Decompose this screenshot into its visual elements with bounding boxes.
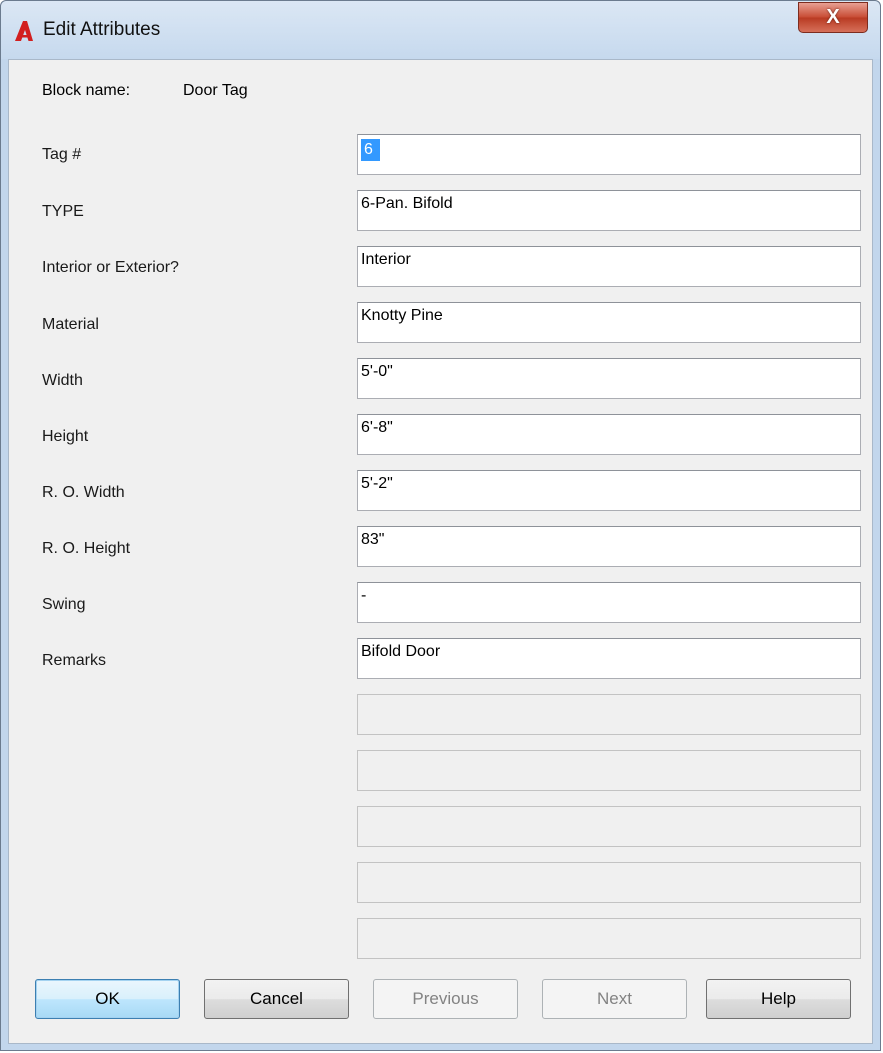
empty-attribute-field <box>357 862 861 903</box>
attribute-label-remarks: Remarks <box>42 652 107 669</box>
empty-attribute-field <box>357 918 861 959</box>
help-button[interactable]: Help <box>706 979 851 1019</box>
block-name-value: Door Tag <box>183 82 248 99</box>
attribute-label-tag: Tag # <box>42 146 82 163</box>
empty-attribute-field <box>357 806 861 847</box>
attribute-field-width[interactable] <box>357 358 861 399</box>
empty-attribute-field <box>357 694 861 735</box>
attribute-label-width: Width <box>42 372 83 389</box>
attribute-field-ro-width[interactable] <box>357 470 861 511</box>
attribute-field-swing[interactable] <box>357 582 861 623</box>
next-button[interactable]: Next <box>542 979 687 1019</box>
attribute-label-ro-width: R. O. Width <box>42 484 125 501</box>
attribute-label-ro-height: R. O. Height <box>42 540 131 557</box>
attribute-field-type[interactable] <box>357 190 861 231</box>
previous-button-label: Previous <box>412 989 479 1008</box>
window-title: Edit Attributes <box>43 19 161 40</box>
next-button-label: Next <box>597 989 632 1008</box>
autocad-app-icon <box>15 21 33 41</box>
attribute-field-height[interactable] <box>357 414 861 455</box>
attribute-label-swing: Swing <box>42 596 86 613</box>
attribute-field-material[interactable] <box>357 302 861 343</box>
ok-button-label: OK <box>95 989 120 1008</box>
close-icon: X <box>826 6 840 28</box>
attribute-field-remarks[interactable] <box>357 638 861 679</box>
help-button-label: Help <box>761 989 796 1008</box>
attribute-label-type: TYPE <box>42 203 84 220</box>
attribute-value-tag-selected: 6 <box>361 139 380 161</box>
attribute-label-height: Height <box>42 428 89 445</box>
close-button[interactable]: X <box>798 2 868 33</box>
edit-attributes-dialog: Edit Attributes X Block name: Door Tag T… <box>0 0 881 1051</box>
attribute-field-interior-exterior[interactable] <box>357 246 861 287</box>
dialog-body: Block name: Door Tag Tag # 6 TYPE Interi… <box>8 59 873 1044</box>
cancel-button[interactable]: Cancel <box>204 979 349 1019</box>
attribute-field-tag[interactable] <box>357 134 861 175</box>
attribute-field-ro-height[interactable] <box>357 526 861 567</box>
block-name-label: Block name: <box>42 82 131 99</box>
attribute-label-material: Material <box>42 316 99 333</box>
previous-button[interactable]: Previous <box>373 979 518 1019</box>
cancel-button-label: Cancel <box>250 989 303 1008</box>
empty-attribute-field <box>357 750 861 791</box>
ok-button[interactable]: OK <box>35 979 180 1019</box>
title-bar[interactable]: Edit Attributes X <box>1 1 880 59</box>
attribute-label-interior-exterior: Interior or Exterior? <box>42 259 179 276</box>
